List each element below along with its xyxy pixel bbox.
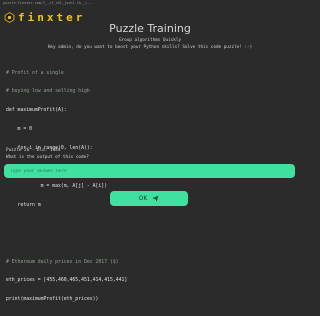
send-icon xyxy=(152,195,160,202)
page-subtitle: Group algorithms Quickly xyxy=(118,38,182,43)
code-line: eth_prices = [455,460,465,451,414,415,44… xyxy=(6,278,128,284)
code-line: # buying low and selling high xyxy=(6,89,90,95)
puzzle-id: Puzzle 26 - Elo: 1444 xyxy=(6,148,61,153)
answer-input[interactable] xyxy=(4,164,295,178)
puzzle-page: puzzle.finxter.com/?__cf_chl_jschl_tk__=… xyxy=(0,0,300,302)
code-line: print(maximumProfit(eth_prices)) xyxy=(6,297,99,303)
code-line: # Ethereum daily prices in Dec 2017 ($) xyxy=(6,259,119,265)
code-line: def maximumProfit(A): xyxy=(6,108,67,114)
question-text: What is the output of this code? xyxy=(6,155,89,160)
breadcrumb: puzzle.finxter.com/?__cf_chl_jschl_tk__=… xyxy=(3,1,94,5)
intro-text: Hey admin, do you want to boost your Pyt… xyxy=(47,45,253,50)
code-line: m = max(m, A[j] - A[i]) xyxy=(6,183,108,189)
code-block: # Profit of a single # buying low and se… xyxy=(6,58,127,316)
page-title: Puzzle Training xyxy=(109,22,191,35)
ok-button-label: OK xyxy=(138,195,148,202)
code-line: return m xyxy=(6,202,41,208)
code-line: m = 0 xyxy=(6,127,32,133)
ok-button[interactable]: OK xyxy=(110,191,188,206)
code-line: # Profit of a single xyxy=(6,70,64,76)
